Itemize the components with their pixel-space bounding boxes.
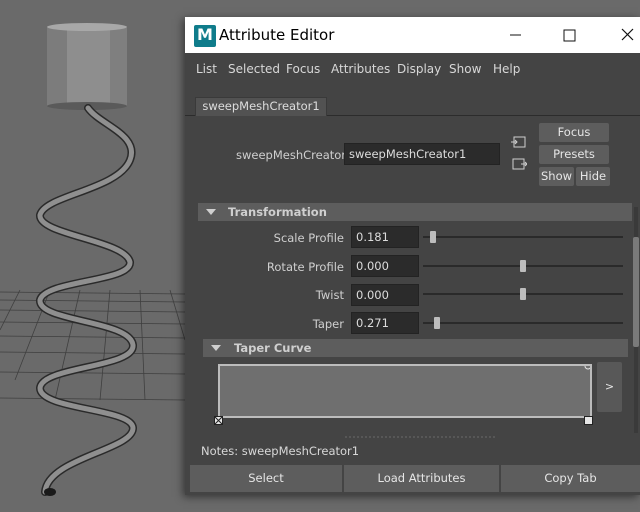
menu-help[interactable]: Help (493, 62, 520, 76)
scale-profile-slider-handle[interactable] (430, 231, 436, 243)
close-icon (621, 28, 634, 41)
window-title: Attribute Editor (219, 26, 335, 44)
attribute-editor-window: M Attribute Editor List Selected Focus A… (185, 17, 640, 495)
taper-curve-graph[interactable] (218, 364, 592, 418)
splitter-handle[interactable] (345, 436, 495, 439)
menu-show[interactable]: Show (449, 62, 481, 76)
section-transformation[interactable]: Transformation (198, 203, 632, 221)
menu-focus[interactable]: Focus (286, 62, 320, 76)
attr-label-taper: Taper (312, 317, 344, 331)
title-bar[interactable]: M Attribute Editor (185, 17, 640, 53)
twist-slider-handle[interactable] (520, 288, 526, 300)
curve-key-end-icon[interactable] (584, 416, 594, 426)
copy-tab-button[interactable]: Copy Tab (501, 465, 640, 492)
section-title: Transformation (228, 205, 327, 219)
curve-expand-button[interactable]: > (597, 362, 622, 412)
rotate-profile-input[interactable]: 0.000 (351, 255, 419, 277)
maximize-button[interactable] (545, 17, 595, 53)
focus-button[interactable]: Focus (539, 123, 609, 142)
menu-selected[interactable]: Selected (228, 62, 280, 76)
collapse-triangle-icon (206, 209, 216, 215)
minimize-button[interactable] (490, 17, 540, 53)
taper-curve-canvas (584, 366, 590, 370)
taper-input[interactable]: 0.271 (351, 312, 419, 334)
taper-slider[interactable] (423, 322, 623, 324)
menu-display[interactable]: Display (397, 62, 441, 76)
twist-input[interactable]: 0.000 (351, 284, 419, 306)
maximize-icon (563, 29, 576, 42)
scrollbar[interactable] (632, 207, 640, 433)
input-connection-icon[interactable] (511, 135, 527, 149)
attr-label-scale-profile: Scale Profile (273, 231, 344, 245)
section-taper-curve[interactable]: Taper Curve (203, 339, 628, 357)
node-type-label: sweepMeshCreator: (236, 148, 350, 162)
scale-profile-input[interactable]: 0.181 (351, 226, 419, 248)
minimize-icon (510, 34, 521, 36)
tab-sweepmeshcreator[interactable]: sweepMeshCreator1 (195, 97, 327, 116)
show-button[interactable]: Show (539, 167, 574, 186)
presets-button[interactable]: Presets (539, 145, 609, 164)
select-button[interactable]: Select (190, 465, 342, 492)
node-name-input[interactable]: sweepMeshCreator1 (344, 143, 500, 165)
section-title: Taper Curve (234, 341, 312, 355)
hide-button[interactable]: Hide (576, 167, 610, 186)
curve-point-icon[interactable] (584, 366, 590, 370)
cylinder-profile (47, 23, 127, 110)
notes-label: Notes: sweepMeshCreator1 (201, 444, 360, 458)
curve-key-start-icon[interactable] (214, 416, 224, 426)
maya-logo-icon: M (194, 25, 216, 47)
menu-list[interactable]: List (196, 62, 217, 76)
attr-label-rotate-profile: Rotate Profile (266, 260, 344, 274)
taper-slider-handle[interactable] (434, 317, 440, 329)
scale-profile-slider[interactable] (423, 236, 623, 238)
menu-bar: List Selected Focus Attributes Display S… (185, 53, 640, 85)
node-tab-strip: sweepMeshCreator1 (185, 89, 640, 116)
attr-label-twist: Twist (315, 288, 344, 302)
menu-attributes[interactable]: Attributes (331, 62, 390, 76)
close-button[interactable] (595, 17, 640, 53)
load-attributes-button[interactable]: Load Attributes (344, 465, 499, 492)
collapse-triangle-icon (211, 345, 221, 351)
output-connection-icon[interactable] (511, 157, 527, 171)
rotate-profile-slider-handle[interactable] (520, 260, 526, 272)
